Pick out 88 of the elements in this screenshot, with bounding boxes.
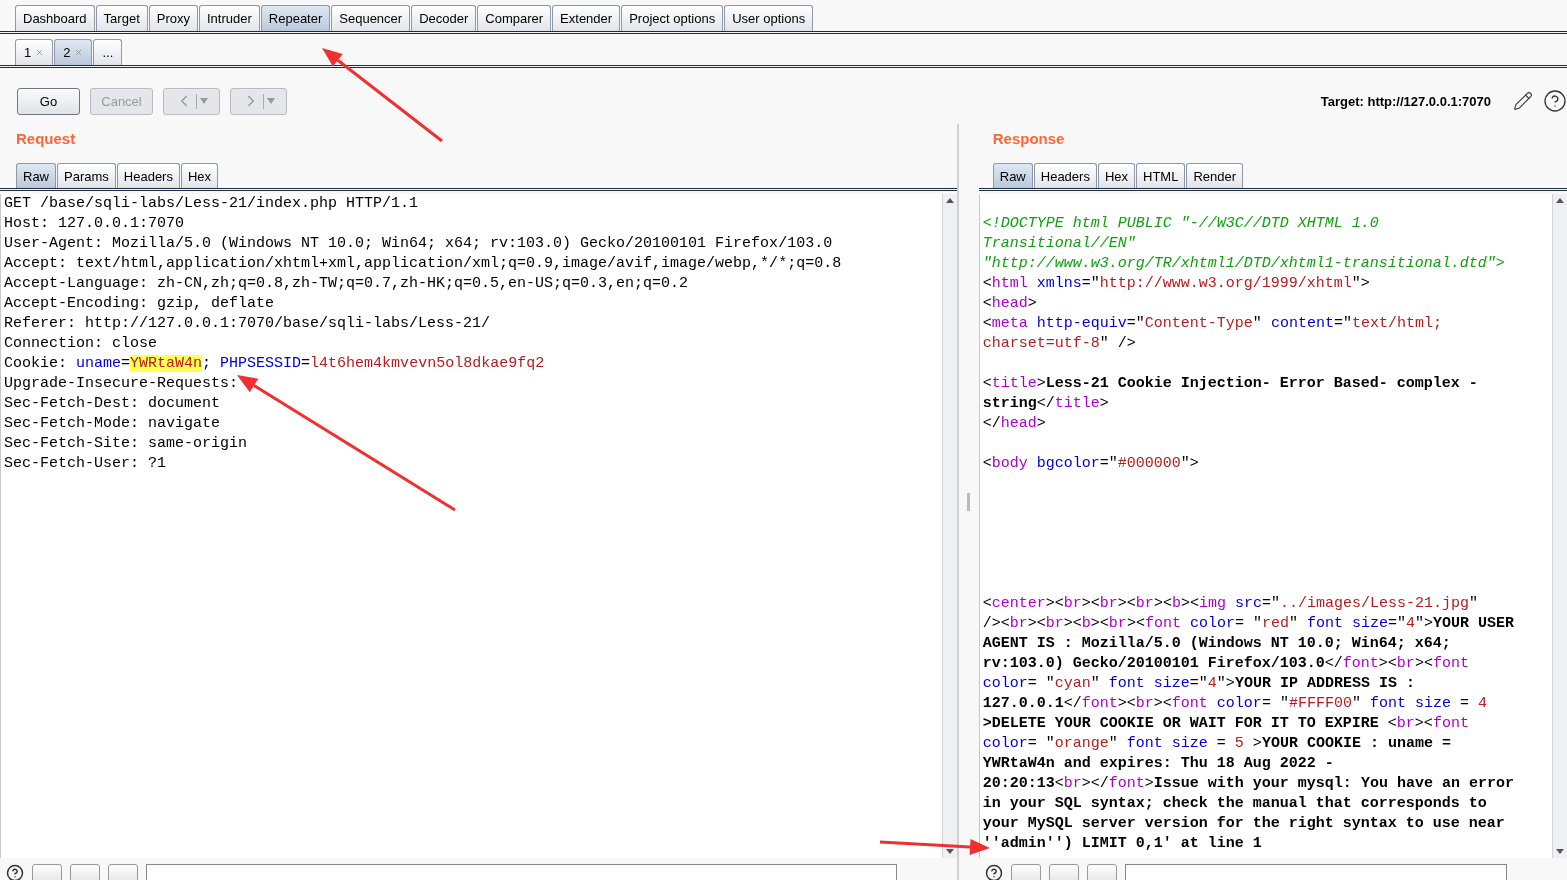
close-icon[interactable] [74, 48, 84, 57]
main-tab[interactable]: Intruder [199, 5, 260, 31]
editor-tab[interactable]: Params [57, 163, 116, 188]
code-line: ''admin'') LIMIT 0,1' at line 1 [982, 834, 1263, 854]
scroll-up-icon[interactable] [1555, 196, 1565, 206]
code-line: Host: 127.0.0.1:7070 [4, 214, 186, 234]
editor-tab[interactable]: Raw [992, 163, 1033, 188]
code-line: <html xmlns="http://www.w3.org/1999/xhtml"> [982, 274, 1371, 294]
toolbar-button[interactable] [32, 864, 62, 880]
main-tab[interactable]: Decoder [411, 5, 477, 31]
code-line: <title>Less-21 Cookie Injection- Error Based- complex - [982, 374, 1479, 394]
toolbar-button[interactable] [1010, 864, 1041, 880]
code-line: Accept-Language: zh-CN,zh;q=0.8,zh-TW;q=0.7,zh-HK;q=0.5,en-US;q=0.3,en;q=0.2 [4, 274, 690, 294]
code-line: Cookie: uname=YWRtaW4n; PHPSESSID=l4t6hem4kmvevn5ol8dkae9fq2 [4, 354, 546, 374]
code-line: Sec-Fetch-Dest: document [4, 394, 222, 414]
code-line: "http://www.w3.org/TR/xhtml1/DTD/xhtml1-transitional.dtd"> [982, 254, 1506, 274]
main-tab[interactable]: Comparer [477, 5, 552, 31]
close-icon[interactable] [35, 48, 45, 57]
code-line: Connection: close [4, 334, 159, 354]
code-line: charset=utf-8" /> [982, 334, 1137, 354]
caret-icon [200, 97, 208, 105]
code-line: Upgrade-Insecure-Requests: [4, 374, 240, 394]
scroll-up-icon[interactable] [944, 196, 955, 206]
code-line: Referer: http://127.0.0.1:7070/base/sqli-labs/Less-21/ [4, 314, 492, 334]
search-field[interactable] [1124, 864, 1507, 880]
editor-tab[interactable]: Render [1186, 163, 1244, 188]
code-line: 127.0.0.1</font><br><font color= "#FFFF00" font size = 4 [982, 694, 1488, 714]
code-line: string</title> [982, 394, 1110, 414]
code-line: User-Agent: Mozilla/5.0 (Windows NT 10.0; Win64; x64; rv:103.0) Gecko/20100101 Firefox/103.0 [4, 234, 834, 254]
code-line: YWRtaW4n and expires: Thu 18 Aug 2022 - [982, 754, 1335, 774]
code-line: GET /base/sqli-labs/Less-21/index.php HTTP/1.1 [4, 194, 420, 214]
code-line: /><br><br><b><br><font color= "red" font size="4">YOUR USER [982, 614, 1516, 634]
scrollbar[interactable] [1552, 194, 1567, 858]
code-line: Transitional//EN" [982, 234, 1137, 254]
code-line: rv:103.0) Gecko/20100101 Firefox/103.0</font><br><font [982, 654, 1470, 674]
code-line: <head> [982, 294, 1038, 314]
main-tab[interactable]: Dashboard [15, 5, 95, 31]
session-tab[interactable]: 1 [15, 39, 54, 65]
session-tab[interactable]: 2 [54, 39, 93, 65]
caret-icon [267, 97, 275, 105]
code-line: </head> [982, 414, 1047, 434]
splitter-grip[interactable] [967, 493, 971, 511]
session-tab[interactable]: ... [93, 39, 123, 65]
toolbar-button[interactable] [1048, 864, 1079, 880]
toolbar-button[interactable] [108, 864, 138, 880]
search-field[interactable] [146, 864, 897, 880]
code-line: Sec-Fetch-Mode: navigate [4, 414, 222, 434]
panel-title: Response [991, 129, 1066, 149]
code-line: in your SQL syntax; check the manual that corresponds to [982, 794, 1488, 814]
code-line: color= "cyan" font size="4">YOUR IP ADDRESS IS : [982, 674, 1416, 694]
editor-tab[interactable]: Hex [180, 163, 219, 188]
code-line: Sec-Fetch-Site: same-origin [4, 434, 249, 454]
scroll-down-icon[interactable] [944, 846, 955, 856]
editor-tab[interactable]: Headers [116, 163, 180, 188]
main-tab[interactable]: User options [724, 5, 814, 31]
code-line: 20:20:13<br></font>Issue with your mysql: You have an error [982, 774, 1515, 794]
code-line: Accept-Encoding: gzip, deflate [4, 294, 276, 314]
main-tab[interactable]: Sequencer [331, 5, 411, 31]
editor-tab[interactable]: HTML [1136, 163, 1186, 188]
scrollbar[interactable] [941, 194, 957, 858]
target-label: Target: http://127.0.0.1:7070 [1320, 93, 1491, 109]
code-line: Accept: text/html,application/xhtml+xml,application/xml;q=0.9,image/avif,image/webp,*/*;q=0.8 [4, 254, 843, 274]
toolbar-button[interactable]: Go [17, 87, 80, 115]
editor-tab[interactable]: Headers [1033, 163, 1097, 188]
main-tab[interactable]: Project options [621, 5, 724, 31]
help-icon[interactable] [984, 864, 1003, 880]
main-tab[interactable]: Target [95, 5, 148, 31]
toolbar-button[interactable] [1086, 864, 1117, 880]
panel-title: Request [15, 129, 77, 149]
help-icon[interactable] [6, 864, 24, 880]
code-line: >DELETE YOUR COOKIE OR WAIT FOR IT TO EXPIRE <br><font [982, 714, 1470, 734]
code-line: Sec-Fetch-User: ?1 [4, 454, 168, 474]
main-tab[interactable]: Proxy [148, 5, 198, 31]
scroll-down-icon[interactable] [1555, 846, 1565, 856]
code-line: <!DOCTYPE html PUBLIC "-//W3C//DTD XHTML 1.0 [982, 214, 1380, 234]
edit-icon[interactable] [1513, 91, 1533, 111]
editor-tab[interactable]: Raw [16, 163, 56, 188]
code-line: <center><br><br><br><b><img src="../images/Less-21.jpg" [982, 594, 1479, 614]
main-tab[interactable]: Repeater [260, 5, 331, 31]
code-line: color= "orange" font size = 5 >YOUR COOKIE : uname = [982, 734, 1452, 754]
code-line: AGENT IS : Mozilla/5.0 (Windows NT 10.0; Win64; x64; [982, 634, 1452, 654]
code-line: <body bgcolor="#000000"> [982, 454, 1200, 474]
code-line: <meta http-equiv="Content-Type" content="text/html; [982, 314, 1443, 334]
help-icon[interactable] [1543, 89, 1567, 113]
main-tab[interactable]: Extender [552, 5, 621, 31]
toolbar-button[interactable] [70, 864, 100, 880]
editor-tab[interactable]: Hex [1097, 163, 1136, 188]
code-line: your MySQL server version for the right syntax to use near [982, 814, 1506, 834]
